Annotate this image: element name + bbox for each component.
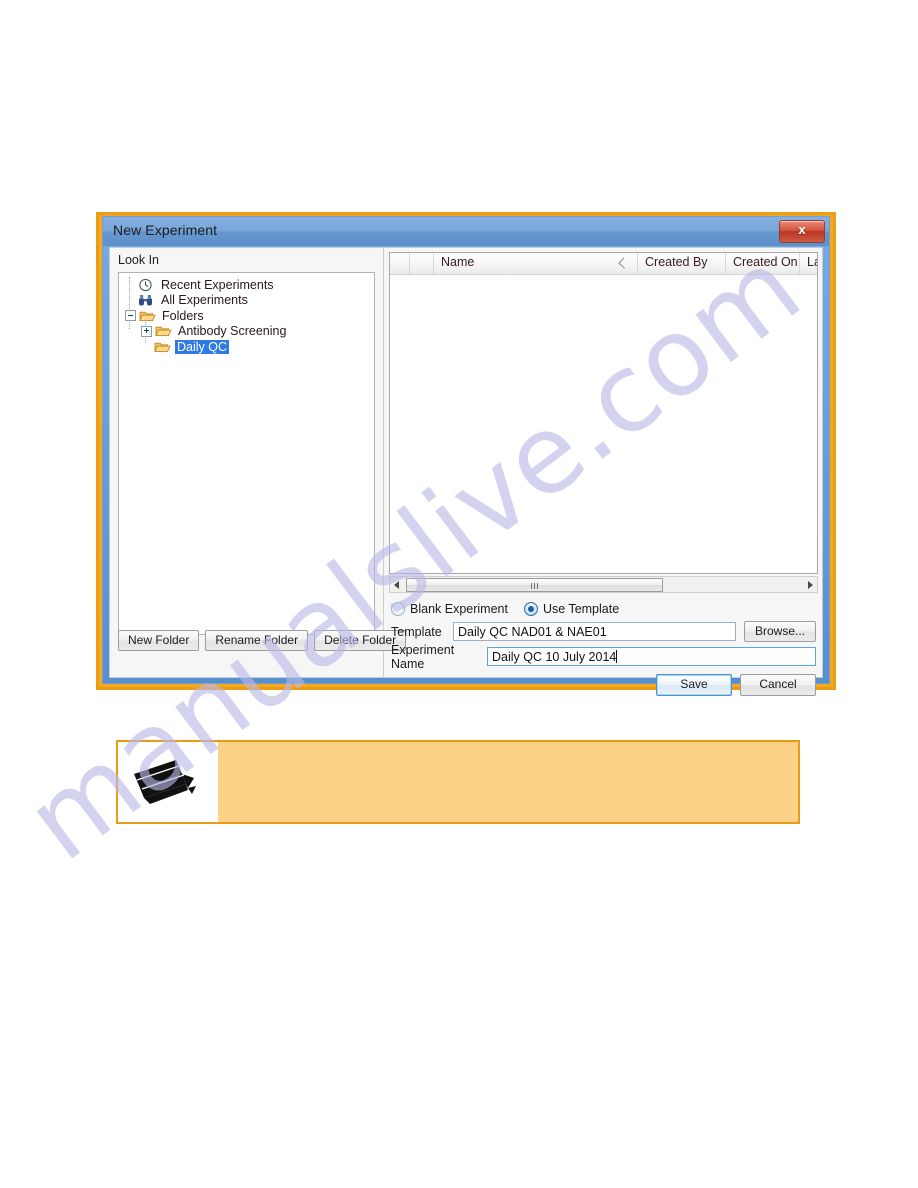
dialog-titlebar[interactable]: New Experiment x xyxy=(103,217,829,246)
scrollbar-thumb[interactable] xyxy=(406,577,663,592)
experiment-name-row: Experiment Name Daily QC 10 July 2014 xyxy=(391,643,816,671)
column-header-created-by[interactable]: Created By xyxy=(638,253,726,274)
use-template-radio[interactable] xyxy=(523,602,538,616)
tree-item-antibody-screening[interactable]: Antibody Screening xyxy=(125,324,374,340)
note-callout xyxy=(116,740,800,824)
column-header-label: Name xyxy=(441,255,475,269)
blank-experiment-radio[interactable] xyxy=(391,602,405,616)
folder-icon xyxy=(155,324,172,338)
text-caret xyxy=(616,650,618,663)
template-row: Template Daily QC NAD01 & NAE01 Browse..… xyxy=(391,620,816,643)
tree-item-label: All Experiments xyxy=(161,293,248,308)
tree-item-label: Antibody Screening xyxy=(178,324,287,339)
clock-icon xyxy=(138,278,155,292)
experiment-name-value: Daily QC 10 July 2014 xyxy=(492,650,617,664)
column-header-created-on[interactable]: Created On xyxy=(726,253,800,274)
pencil-icon xyxy=(134,760,196,804)
binoculars-icon xyxy=(138,293,155,307)
scroll-right-icon[interactable] xyxy=(802,577,817,592)
column-header-blank-1[interactable] xyxy=(410,253,434,274)
tree-item-recent-experiments[interactable]: Recent Experiments xyxy=(125,277,374,293)
experiment-list[interactable]: Name Created By Created On Last U xyxy=(389,252,818,574)
new-folder-button[interactable]: New Folder xyxy=(118,629,200,651)
list-body[interactable] xyxy=(390,275,817,573)
folder-action-buttons: New Folder Rename Folder Delete Folder xyxy=(118,629,407,651)
close-icon-glyph: x xyxy=(798,222,806,237)
experiment-name-input[interactable]: Daily QC 10 July 2014 xyxy=(487,647,816,666)
column-header-name[interactable]: Name xyxy=(434,253,638,274)
look-in-label: Look In xyxy=(118,253,160,267)
dialog-body: Look In Recent Experiments All Experiment… xyxy=(109,247,823,696)
column-header-label: Created By xyxy=(645,255,708,269)
expand-icon[interactable] xyxy=(141,325,152,337)
left-pane: Look In Recent Experiments All Experiment… xyxy=(110,248,407,677)
horizontal-scrollbar[interactable] xyxy=(389,576,818,593)
list-column-header: Name Created By Created On Last U xyxy=(390,253,817,275)
experiment-source-options: Blank Experiment Use Template xyxy=(391,600,816,618)
folder-icon xyxy=(139,309,156,323)
tree-item-label: Recent Experiments xyxy=(161,277,274,292)
save-button[interactable]: Save xyxy=(656,674,732,696)
right-pane: Name Created By Created On Last U Blank Exp… xyxy=(385,248,822,696)
dialog-title: New Experiment xyxy=(113,222,218,238)
folder-icon xyxy=(154,340,171,354)
browse-button[interactable]: Browse... xyxy=(744,620,816,643)
note-icon-cell xyxy=(118,742,218,822)
column-header-label: Last U xyxy=(807,255,817,269)
dialog-frame: New Experiment x Look In Recent Experime… xyxy=(102,216,830,696)
tree-item-label: Daily QC xyxy=(175,339,230,354)
close-icon[interactable]: x xyxy=(779,220,825,243)
blank-experiment-label[interactable]: Blank Experiment xyxy=(410,602,508,616)
dialog-action-buttons: Save Cancel xyxy=(391,674,816,696)
template-input[interactable]: Daily QC NAD01 & NAE01 xyxy=(453,622,736,641)
rename-folder-button[interactable]: Rename Folder xyxy=(205,629,309,651)
sort-ascending-icon xyxy=(618,257,630,269)
tree-item-folders[interactable]: Folders xyxy=(125,308,374,324)
scroll-left-icon[interactable] xyxy=(390,577,405,592)
folder-tree[interactable]: Recent Experiments All Experiments Folders… xyxy=(118,272,375,635)
collapse-icon[interactable] xyxy=(125,310,136,322)
experiment-name-label: Experiment Name xyxy=(391,642,455,671)
cancel-button[interactable]: Cancel xyxy=(740,674,816,696)
column-header-last-u[interactable]: Last U xyxy=(800,253,817,274)
note-text xyxy=(218,742,798,822)
use-template-label[interactable]: Use Template xyxy=(543,602,619,616)
column-header-label: Created On xyxy=(733,255,798,269)
new-experiment-dialog: New Experiment x Look In Recent Experime… xyxy=(96,212,836,696)
tree-item-label: Folders xyxy=(162,308,204,323)
tree-item-daily-qc[interactable]: Daily QC xyxy=(125,339,374,355)
column-header-blank-0[interactable] xyxy=(390,253,410,274)
tree-item-all-experiments[interactable]: All Experiments xyxy=(125,293,374,309)
template-label: Template xyxy=(391,624,442,639)
